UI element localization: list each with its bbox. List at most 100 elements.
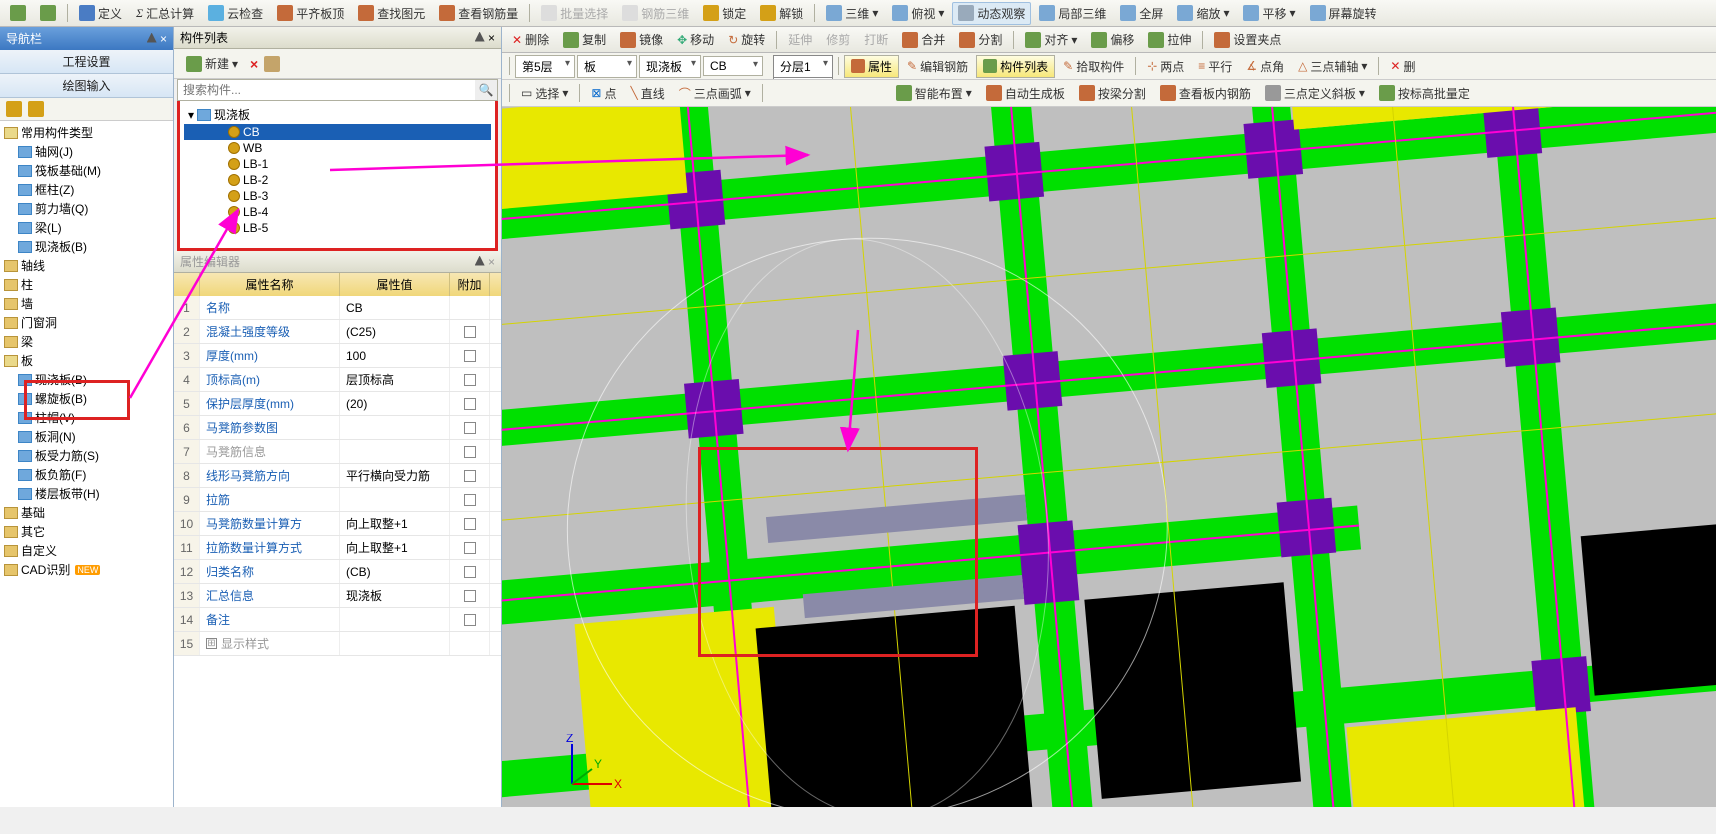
checkbox[interactable] bbox=[464, 350, 476, 362]
prop-row[interactable]: 11拉筋数量计算方式向上取整+1 bbox=[174, 536, 501, 560]
eb-merge[interactable]: 合并 bbox=[896, 28, 951, 51]
eb-grips[interactable]: 设置夹点 bbox=[1208, 28, 1287, 51]
checkbox[interactable] bbox=[464, 590, 476, 602]
btn-3aux[interactable]: △ 三点辅轴 ▾ bbox=[1292, 55, 1373, 78]
tree-item[interactable]: 梁 bbox=[2, 332, 171, 351]
tree-item[interactable]: 现浇板(B) bbox=[2, 237, 171, 256]
btn-pick[interactable]: ✎ 拾取构件 bbox=[1057, 55, 1130, 78]
tb-local3d[interactable]: 局部三维 bbox=[1033, 2, 1112, 25]
ctree-item[interactable]: CB bbox=[184, 124, 491, 140]
tree-item[interactable]: 常用构件类型 bbox=[2, 123, 171, 142]
btn-innerrebar[interactable]: 查看板内钢筋 bbox=[1154, 82, 1257, 105]
tb-3d[interactable]: 三维 ▾ bbox=[820, 2, 884, 25]
btn-select[interactable]: ▭ 选择 ▾ bbox=[515, 82, 574, 105]
checkbox[interactable] bbox=[464, 470, 476, 482]
prop-row[interactable]: 14备注 bbox=[174, 608, 501, 632]
nav-view-icon2[interactable] bbox=[28, 101, 44, 117]
btn-line[interactable]: ╲ 直线 bbox=[624, 82, 670, 105]
prop-row[interactable]: 13汇总信息现浇板 bbox=[174, 584, 501, 608]
btn-point[interactable]: ⊠ 点 bbox=[585, 82, 622, 105]
btn-arc[interactable]: ⌒ 三点画弧 ▾ bbox=[673, 82, 757, 105]
prop-row[interactable]: 2混凝土强度等级(C25) bbox=[174, 320, 501, 344]
tree-item[interactable]: 自定义 bbox=[2, 541, 171, 560]
eb-copy[interactable]: 复制 bbox=[557, 28, 612, 51]
btn-delaux[interactable]: ✕ 删 bbox=[1384, 55, 1421, 78]
close-icon[interactable]: × bbox=[488, 255, 495, 269]
checkbox[interactable] bbox=[464, 518, 476, 530]
prop-row[interactable]: 10马凳筋数量计算方向上取整+1 bbox=[174, 512, 501, 536]
pin-icon[interactable] bbox=[475, 256, 485, 266]
tree-item[interactable]: 门窗洞 bbox=[2, 313, 171, 332]
close-icon[interactable]: × bbox=[160, 32, 167, 46]
tree-item[interactable]: 板负筋(F) bbox=[2, 465, 171, 484]
tree-item[interactable]: 其它 bbox=[2, 522, 171, 541]
prop-row[interactable]: 5保护层厚度(mm)(20) bbox=[174, 392, 501, 416]
search-button[interactable]: 🔍 bbox=[475, 80, 497, 100]
checkbox[interactable] bbox=[464, 398, 476, 410]
tree-item[interactable]: 楼层板带(H) bbox=[2, 484, 171, 503]
eb-del[interactable]: ✕ 删除 bbox=[506, 28, 555, 51]
pin-icon[interactable] bbox=[475, 32, 485, 42]
btn-threept[interactable]: 三点定义斜板 ▾ bbox=[1259, 82, 1371, 105]
checkbox[interactable] bbox=[464, 446, 476, 458]
prop-row[interactable]: 7马凳筋信息 bbox=[174, 440, 501, 464]
pin-icon[interactable] bbox=[147, 33, 157, 43]
checkbox[interactable] bbox=[464, 326, 476, 338]
tree-item[interactable]: 板洞(N) bbox=[2, 427, 171, 446]
eb-offset[interactable]: 偏移 bbox=[1085, 28, 1140, 51]
checkbox[interactable] bbox=[464, 566, 476, 578]
tb-screenrot[interactable]: 屏幕旋转 bbox=[1304, 2, 1383, 25]
prop-row[interactable]: 8线形马凳筋方向平行横向受力筋 bbox=[174, 464, 501, 488]
combo-type[interactable]: 现浇板 bbox=[639, 55, 701, 78]
tb-sum[interactable]: Σ 汇总计算 bbox=[130, 2, 200, 25]
btn-attr[interactable]: 属性 bbox=[844, 55, 899, 78]
tb-cloudcheck[interactable]: 云检查 bbox=[202, 2, 269, 25]
prop-row[interactable]: 3厚度(mm)100 bbox=[174, 344, 501, 368]
eb-split[interactable]: 分割 bbox=[953, 28, 1008, 51]
eb-trim[interactable]: 修剪 bbox=[820, 28, 856, 51]
btn-two[interactable]: ⊹ 两点 bbox=[1141, 55, 1190, 78]
tree-item[interactable]: 板 bbox=[2, 351, 171, 370]
tree-item[interactable]: 轴线 bbox=[2, 256, 171, 275]
btn-parallel[interactable]: ≡ 平行 bbox=[1192, 55, 1238, 78]
ctree-item[interactable]: WB bbox=[184, 140, 491, 156]
ctree-item[interactable]: LB-2 bbox=[184, 172, 491, 188]
nav-view-icon1[interactable] bbox=[6, 101, 22, 117]
clist-delete-icon[interactable]: × bbox=[250, 56, 258, 72]
eb-extend[interactable]: 延伸 bbox=[782, 28, 818, 51]
tb-define[interactable]: 定义 bbox=[73, 2, 128, 25]
tb-rebar3d[interactable]: 钢筋三维 bbox=[616, 2, 695, 25]
eb-align[interactable]: 对齐 ▾ bbox=[1019, 28, 1083, 51]
prop-row[interactable]: 4顶标高(m)层顶标高 bbox=[174, 368, 501, 392]
clist-copy-icon[interactable] bbox=[264, 56, 280, 72]
eb-mirror[interactable]: 镜像 bbox=[614, 28, 669, 51]
ctree-root[interactable]: ▾ 现浇板 bbox=[184, 105, 491, 124]
tb-find[interactable]: 查找图元 bbox=[352, 2, 431, 25]
close-icon[interactable]: × bbox=[488, 31, 495, 45]
ctree-item[interactable]: LB-4 bbox=[184, 204, 491, 220]
checkbox[interactable] bbox=[464, 374, 476, 386]
tb-rebar-qty[interactable]: 查看钢筋量 bbox=[433, 2, 524, 25]
tb-unlock[interactable]: 解锁 bbox=[754, 2, 809, 25]
combo-floor[interactable]: 第5层 bbox=[515, 55, 575, 78]
clist-new[interactable]: 新建 ▾ bbox=[180, 52, 244, 75]
eb-break[interactable]: 打断 bbox=[858, 28, 894, 51]
tree-item[interactable]: 梁(L) bbox=[2, 218, 171, 237]
search-input[interactable] bbox=[178, 80, 475, 100]
tree-item[interactable]: 墙 bbox=[2, 294, 171, 313]
prop-row[interactable]: 12归类名称(CB) bbox=[174, 560, 501, 584]
btn-ptang[interactable]: ∡ 点角 bbox=[1240, 55, 1290, 78]
tree-item[interactable]: 框柱(Z) bbox=[2, 180, 171, 199]
tb-flattop[interactable]: 平齐板顶 bbox=[271, 2, 350, 25]
eb-stretch[interactable]: 拉伸 bbox=[1142, 28, 1197, 51]
qat-undo[interactable] bbox=[4, 2, 32, 24]
qat-redo[interactable] bbox=[34, 2, 62, 24]
btn-smart[interactable]: 智能布置 ▾ bbox=[890, 82, 978, 105]
tb-batchsel[interactable]: 批量选择 bbox=[535, 2, 614, 25]
tree-item[interactable]: CAD识别 NEW bbox=[2, 560, 171, 579]
checkbox[interactable] bbox=[464, 494, 476, 506]
prop-row[interactable]: 1名称CB bbox=[174, 296, 501, 320]
tree-item[interactable]: 螺旋板(B) bbox=[2, 389, 171, 408]
clist-search[interactable]: 🔍 bbox=[177, 79, 498, 101]
tb-orbit[interactable]: 动态观察 bbox=[952, 2, 1031, 25]
